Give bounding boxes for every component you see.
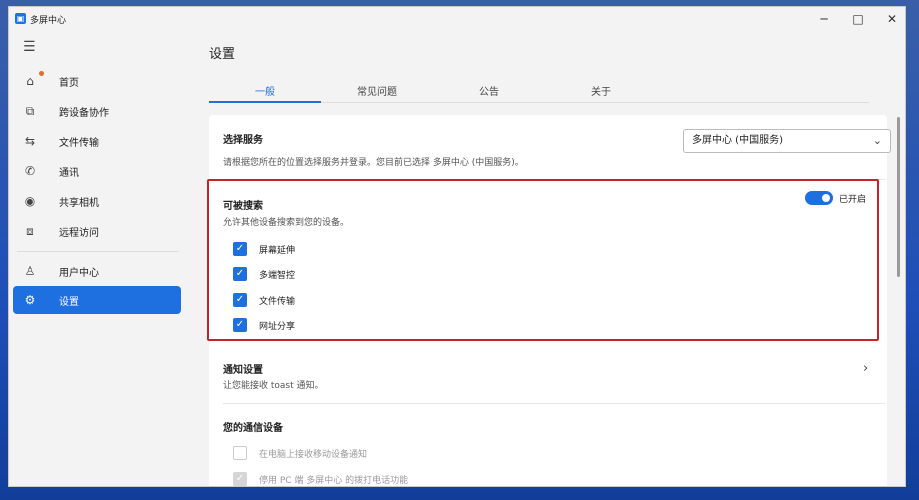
tab-general[interactable]: 一般 — [209, 83, 321, 98]
sidebar-item-shared-camera[interactable]: ◉ 共享相机 — [13, 187, 181, 215]
sidebar-item-label: 共享相机 — [59, 197, 99, 209]
sidebar-item-label: 远程访问 — [59, 227, 99, 239]
sidebar: ☰ ⌂ 首页 ⧉ 跨设备协作 ⇆ 文件传输 ✆ 通讯 ◉ 共享相机 ⧈ 远程访问… — [9, 31, 187, 486]
sidebar-divider — [17, 251, 179, 252]
camera-icon: ◉ — [24, 194, 36, 208]
service-title: 选择服务 — [223, 135, 263, 146]
page-title: 设置 — [209, 47, 236, 62]
user-icon: ♙ — [24, 264, 36, 278]
service-select[interactable]: 多屏中心 (中国服务) ⌄ — [683, 129, 891, 153]
service-description: 请根据您所在的位置选择服务并登录。您目前已选择 多屏中心 (中国服务)。 — [223, 158, 524, 168]
option-receive-notifications: 在电脑上接收移动设备通知 — [233, 445, 367, 461]
scrollbar[interactable] — [897, 117, 900, 277]
chevron-down-icon: ⌄ — [872, 134, 882, 147]
discoverable-toggle[interactable] — [805, 191, 833, 205]
tab-faq[interactable]: 常见问题 — [321, 83, 433, 98]
notification-badge — [39, 71, 44, 76]
checkbox-unchecked-icon — [233, 446, 247, 460]
title-bar: ▣ 多屏中心 ─ □ ✕ — [9, 7, 905, 31]
remote-access-icon: ⧈ — [26, 223, 34, 238]
sidebar-item-label: 用户中心 — [59, 267, 99, 279]
tab-bar: 一般 常见问题 公告 关于 — [209, 81, 869, 103]
notification-settings-title[interactable]: 通知设置 — [223, 361, 263, 376]
app-logo-icon: ▣ — [15, 13, 26, 24]
sidebar-item-remote-access[interactable]: ⧈ 远程访问 — [13, 217, 181, 245]
sidebar-item-label: 首页 — [59, 77, 79, 89]
service-select-value: 多屏中心 (中国服务) — [692, 135, 783, 146]
checkbox-checked-icon: ✓ — [233, 472, 247, 486]
maximize-button[interactable]: □ — [841, 9, 875, 29]
option-disable-calls: ✓ 停用 PC 端 多屏中心 的拨打电话功能 — [233, 471, 409, 486]
minimize-button[interactable]: ─ — [807, 9, 841, 29]
gear-icon: ⚙ — [24, 293, 36, 307]
highlight-frame — [207, 179, 879, 341]
comm-devices-title: 您的通信设备 — [223, 423, 283, 434]
section-divider — [223, 403, 885, 404]
sidebar-item-settings[interactable]: ⚙ 设置 — [13, 286, 181, 314]
notification-settings-description: 让您能接收 toast 通知。 — [223, 381, 324, 391]
option-label: 停用 PC 端 多屏中心 的拨打电话功能 — [259, 475, 409, 486]
option-label: 在电脑上接收移动设备通知 — [259, 449, 368, 460]
sidebar-item-label: 通讯 — [59, 167, 79, 179]
home-icon: ⌂ — [26, 74, 34, 88]
sidebar-item-home[interactable]: ⌂ 首页 — [13, 67, 181, 95]
cross-device-icon: ⧉ — [25, 103, 35, 118]
sidebar-item-cross-device[interactable]: ⧉ 跨设备协作 — [13, 97, 181, 125]
close-button[interactable]: ✕ — [875, 9, 905, 29]
toggle-status-label: 已开启 — [839, 195, 867, 205]
phone-icon: ✆ — [24, 164, 36, 178]
window-title: 多屏中心 — [30, 16, 67, 26]
active-tab-indicator — [209, 101, 321, 103]
app-window: ▣ 多屏中心 ─ □ ✕ ☰ ⌂ 首页 ⧉ 跨设备协作 ⇆ 文件传输 ✆ 通讯 … — [8, 6, 906, 487]
watermark: 知乎 @小汤团 — [722, 452, 861, 477]
sidebar-item-label: 设置 — [59, 296, 79, 308]
chevron-right-icon[interactable]: › — [863, 361, 868, 376]
file-transfer-icon: ⇆ — [24, 134, 36, 148]
sidebar-item-label: 文件传输 — [59, 137, 99, 149]
sidebar-item-user-center[interactable]: ♙ 用户中心 — [13, 257, 181, 285]
toggle-knob — [822, 194, 830, 202]
sidebar-item-communication[interactable]: ✆ 通讯 — [13, 157, 181, 185]
tab-announcements[interactable]: 公告 — [433, 83, 545, 98]
hamburger-menu-icon[interactable]: ☰ — [23, 39, 36, 55]
sidebar-item-file-transfer[interactable]: ⇆ 文件传输 — [13, 127, 181, 155]
sidebar-item-label: 跨设备协作 — [59, 107, 109, 119]
tab-about[interactable]: 关于 — [545, 83, 657, 98]
